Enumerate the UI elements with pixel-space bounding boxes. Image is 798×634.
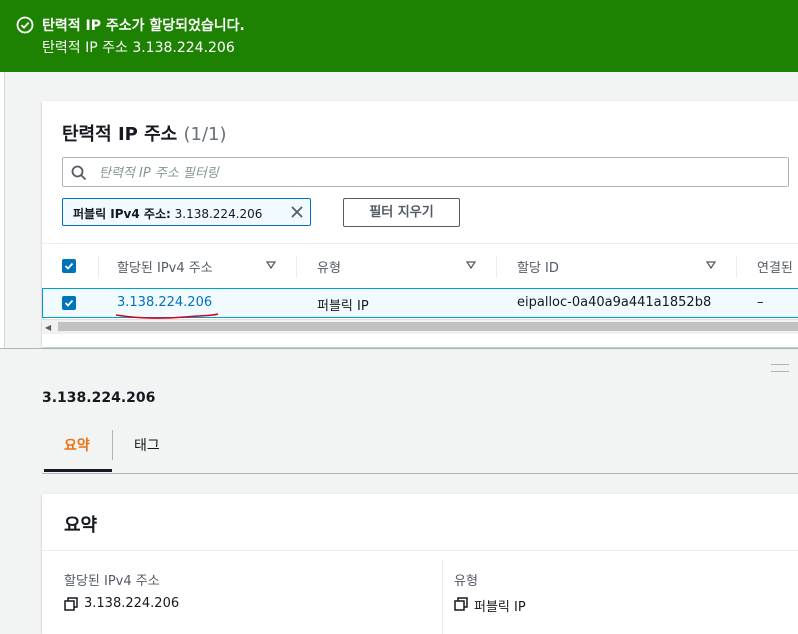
sort-icon[interactable] — [706, 261, 716, 269]
column-header-allocation-id[interactable]: 할당 ID — [517, 257, 559, 276]
sort-icon[interactable] — [466, 261, 476, 269]
column-divider — [98, 256, 99, 278]
filter-token: 퍼블릭 IPv4 주소: 3.138.224.206 — [62, 198, 311, 226]
detail-tabs: 요약 태그 — [42, 424, 798, 474]
panel-title-text: 탄력적 IP 주소 — [62, 124, 178, 145]
column-divider — [296, 256, 297, 278]
row-type: 퍼블릭 IP — [317, 299, 369, 314]
scrollbar-thumb[interactable] — [58, 322, 798, 331]
column-header-ipv4[interactable]: 할당된 IPv4 주소 — [117, 257, 213, 276]
split-divider — [0, 348, 798, 349]
search-icon — [71, 165, 87, 181]
resize-handle[interactable] — [771, 364, 789, 372]
clear-filters-button[interactable]: 필터 지우기 — [343, 198, 460, 227]
filter-token-label: 퍼블릭 IPv4 주소: 3.138.224.206 — [73, 205, 262, 222]
column-divider — [496, 256, 497, 278]
horizontal-scrollbar[interactable]: ◀ — [42, 319, 798, 334]
flash-message: 탄력적 IP 주소 3.138.224.206 — [42, 40, 235, 56]
row-allocation-id: eipalloc-0a40a9a441a1852b8 — [517, 295, 712, 310]
column-divider — [736, 256, 737, 278]
summary-panel: 요약 할당된 IPv4 주소 3.138.224.206 유형 퍼블릭 IP — [42, 494, 798, 634]
field-label-type: 유형 — [454, 574, 478, 589]
elastic-ip-table-panel: 탄력적 IP 주소 (1/1) 퍼블릭 IPv4 주소: 3.138.224.2… — [42, 101, 798, 347]
sort-icon[interactable] — [266, 261, 276, 269]
checkmark-icon — [64, 299, 74, 307]
column-header-associated[interactable]: 연결된 — [757, 257, 793, 276]
check-circle-icon — [16, 16, 34, 34]
flash-title: 탄력적 IP 주소가 할당되었습니다. — [42, 18, 245, 34]
summary-title: 요약 — [64, 515, 98, 536]
panel-count: (1/1) — [183, 124, 227, 145]
success-flash: 탄력적 IP 주소가 할당되었습니다. 탄력적 IP 주소 3.138.224.… — [0, 0, 798, 72]
tab-summary[interactable]: 요약 — [64, 435, 90, 455]
detail-title: 3.138.224.206 — [42, 390, 156, 406]
field-value-ipv4: 3.138.224.206 — [84, 596, 180, 611]
left-gutter — [0, 72, 5, 348]
table-header: 할당된 IPv4 주소 유형 할당 ID 연결된 — [42, 243, 798, 289]
row-associated: – — [757, 295, 764, 310]
field-value-type: 퍼블릭 IP — [474, 600, 526, 615]
field-label-ipv4: 할당된 IPv4 주소 — [64, 574, 160, 589]
elastic-ip-table: 할당된 IPv4 주소 유형 할당 ID 연결된 3.138.224.206 퍼… — [42, 243, 798, 347]
filter-search[interactable] — [62, 157, 789, 187]
panel-title: 탄력적 IP 주소 (1/1) — [62, 120, 227, 146]
checkmark-icon — [64, 262, 74, 270]
row-checkbox[interactable] — [62, 296, 76, 310]
filter-token-key: 퍼블릭 IPv4 주소: — [73, 207, 171, 221]
copy-icon[interactable] — [64, 597, 78, 611]
active-tab-indicator — [44, 469, 112, 472]
filter-token-value: 3.138.224.206 — [174, 207, 263, 221]
row-ip-link[interactable]: 3.138.224.206 — [117, 295, 212, 310]
summary-header: 요약 — [42, 494, 798, 551]
search-input[interactable] — [97, 161, 781, 185]
select-all-checkbox[interactable] — [62, 259, 76, 273]
copy-icon[interactable] — [454, 597, 468, 611]
tab-divider — [112, 430, 113, 460]
tab-tags[interactable]: 태그 — [134, 435, 160, 455]
column-header-type[interactable]: 유형 — [317, 257, 341, 276]
table-row[interactable]: 3.138.224.206 퍼블릭 IP eipalloc-0a40a9a441… — [42, 288, 798, 319]
scroll-left-icon[interactable]: ◀ — [45, 323, 51, 332]
close-icon[interactable] — [290, 205, 304, 219]
column-divider — [442, 560, 443, 634]
